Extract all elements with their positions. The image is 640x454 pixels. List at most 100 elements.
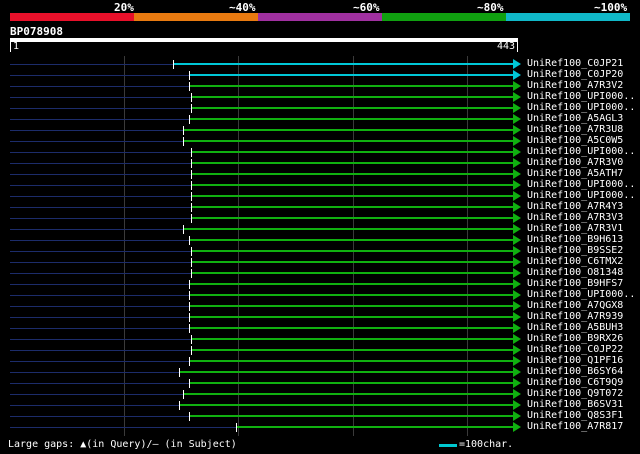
hit-label[interactable]: UniRef100_UPI000.. (527, 91, 635, 102)
hit-alignment-bar[interactable] (190, 239, 513, 241)
hit-label[interactable]: UniRef100_A7R3V1 (527, 223, 623, 234)
hit-arrow-icon (513, 213, 521, 223)
scale-band-cyan (506, 13, 630, 21)
hit-arrow-icon (513, 257, 521, 267)
query-end: 443 (497, 41, 516, 52)
hit-alignment-bar[interactable] (192, 162, 513, 164)
hit-alignment-bar[interactable] (184, 393, 513, 395)
hit-alignment-bar[interactable] (184, 228, 513, 230)
unaligned-region (10, 163, 191, 164)
hit-label[interactable]: UniRef100_O81348 (527, 267, 623, 278)
hit-arrow-icon (513, 125, 521, 135)
query-start-tick (10, 42, 11, 52)
hit-alignment-bar[interactable] (184, 140, 513, 142)
unaligned-region (10, 339, 191, 340)
hit-label[interactable]: UniRef100_A7R3U8 (527, 124, 623, 135)
hit-alignment-bar[interactable] (192, 261, 513, 263)
hit-label[interactable]: UniRef100_B9RX26 (527, 333, 623, 344)
hit-alignment-bar[interactable] (192, 195, 513, 197)
hit-label[interactable]: UniRef100_UPI000.. (527, 179, 635, 190)
hit-alignment-bar[interactable] (192, 107, 513, 109)
hit-alignment-bar[interactable] (190, 382, 513, 384)
hit-alignment-bar[interactable] (190, 118, 513, 120)
hit-label[interactable]: UniRef100_A7R3V3 (527, 212, 623, 223)
unaligned-region (10, 306, 189, 307)
hit-alignment-bar[interactable] (190, 327, 513, 329)
hit-label[interactable]: UniRef100_UPI000.. (527, 146, 635, 157)
hit-label[interactable]: UniRef100_A7QGX8 (527, 300, 623, 311)
hit-alignment-bar[interactable] (190, 360, 513, 362)
hit-label[interactable]: UniRef100_A7R939 (527, 311, 623, 322)
hit-arrow-icon (513, 378, 521, 388)
unaligned-region (10, 64, 173, 65)
hit-arrow-icon (513, 70, 521, 80)
hit-label[interactable]: UniRef100_Q1PF16 (527, 355, 623, 366)
hit-label[interactable]: UniRef100_B9HFS7 (527, 278, 623, 289)
hit-alignment-bar[interactable] (190, 316, 513, 318)
hit-label[interactable]: UniRef100_A7R3V2 (527, 80, 623, 91)
hit-alignment-bar[interactable] (192, 217, 513, 219)
hit-arrow-icon (513, 356, 521, 366)
hit-arrow-icon (513, 312, 521, 322)
hit-alignment-bar[interactable] (190, 305, 513, 307)
hit-label[interactable]: UniRef100_B6SY64 (527, 366, 623, 377)
hit-alignment-bar[interactable] (192, 349, 513, 351)
hit-alignment-bar[interactable] (190, 283, 513, 285)
query-name: BP078908 (10, 25, 63, 38)
hit-alignment-bar[interactable] (192, 338, 513, 340)
unaligned-region (10, 394, 183, 395)
hit-label[interactable]: UniRef100_Q8S3F1 (527, 410, 623, 421)
hit-label[interactable]: UniRef100_A5C0W5 (527, 135, 623, 146)
hit-alignment-bar[interactable] (192, 151, 513, 153)
hit-alignment-bar[interactable] (192, 96, 513, 98)
hit-alignment-bar[interactable] (237, 426, 513, 428)
hit-label[interactable]: UniRef100_Q9T072 (527, 388, 623, 399)
hit-alignment-bar[interactable] (192, 272, 513, 274)
hit-label[interactable]: UniRef100_UPI000.. (527, 102, 635, 113)
hit-label[interactable]: UniRef100_C6TMX2 (527, 256, 623, 267)
hit-label[interactable]: UniRef100_B6SV31 (527, 399, 623, 410)
hit-label[interactable]: UniRef100_A7R4Y3 (527, 201, 623, 212)
hit-label[interactable]: UniRef100_UPI000.. (527, 289, 635, 300)
hit-label[interactable]: UniRef100_C0JP22 (527, 344, 623, 355)
unaligned-region (10, 75, 189, 76)
hit-alignment-bar[interactable] (180, 371, 513, 373)
unaligned-region (10, 152, 191, 153)
hit-row[interactable]: UniRef100_A7R817 (0, 421, 640, 433)
hit-label[interactable]: UniRef100_C0JP21 (527, 58, 623, 69)
hit-alignment-bar[interactable] (174, 63, 513, 65)
hit-label[interactable]: UniRef100_UPI000.. (527, 190, 635, 201)
hit-alignment-bar[interactable] (190, 85, 513, 87)
hit-label[interactable]: UniRef100_B9H613 (527, 234, 623, 245)
hit-arrow-icon (513, 114, 521, 124)
hit-arrow-icon (513, 158, 521, 168)
hit-label[interactable]: UniRef100_A5AGL3 (527, 113, 623, 124)
hit-alignment-bar[interactable] (192, 173, 513, 175)
hit-label[interactable]: UniRef100_A7R817 (527, 421, 623, 432)
hit-label[interactable]: UniRef100_A5ATH7 (527, 168, 623, 179)
hit-arrow-icon (513, 169, 521, 179)
hit-label[interactable]: UniRef100_C6T9Q9 (527, 377, 623, 388)
hit-arrow-icon (513, 224, 521, 234)
unaligned-region (10, 317, 189, 318)
hit-alignment-bar[interactable] (190, 415, 513, 417)
hit-alignment-bar[interactable] (190, 294, 513, 296)
hit-alignment-bar[interactable] (192, 250, 513, 252)
hit-arrow-icon (513, 59, 521, 69)
hit-label[interactable]: UniRef100_C0JP20 (527, 69, 623, 80)
hit-alignment-bar[interactable] (184, 129, 513, 131)
unaligned-region (10, 361, 189, 362)
hit-arrow-icon (513, 191, 521, 201)
hit-alignment-bar[interactable] (180, 404, 513, 406)
hit-alignment-bar[interactable] (192, 184, 513, 186)
hit-arrow-icon (513, 147, 521, 157)
unaligned-region (10, 108, 191, 109)
hit-arrow-icon (513, 389, 521, 399)
hit-label[interactable]: UniRef100_A5BUH3 (527, 322, 623, 333)
hit-alignment-bar[interactable] (192, 206, 513, 208)
hit-alignment-bar[interactable] (190, 74, 513, 76)
hit-label[interactable]: UniRef100_B9SSE2 (527, 245, 623, 256)
unaligned-region (10, 218, 191, 219)
hit-label[interactable]: UniRef100_A7R3V0 (527, 157, 623, 168)
unaligned-region (10, 416, 189, 417)
